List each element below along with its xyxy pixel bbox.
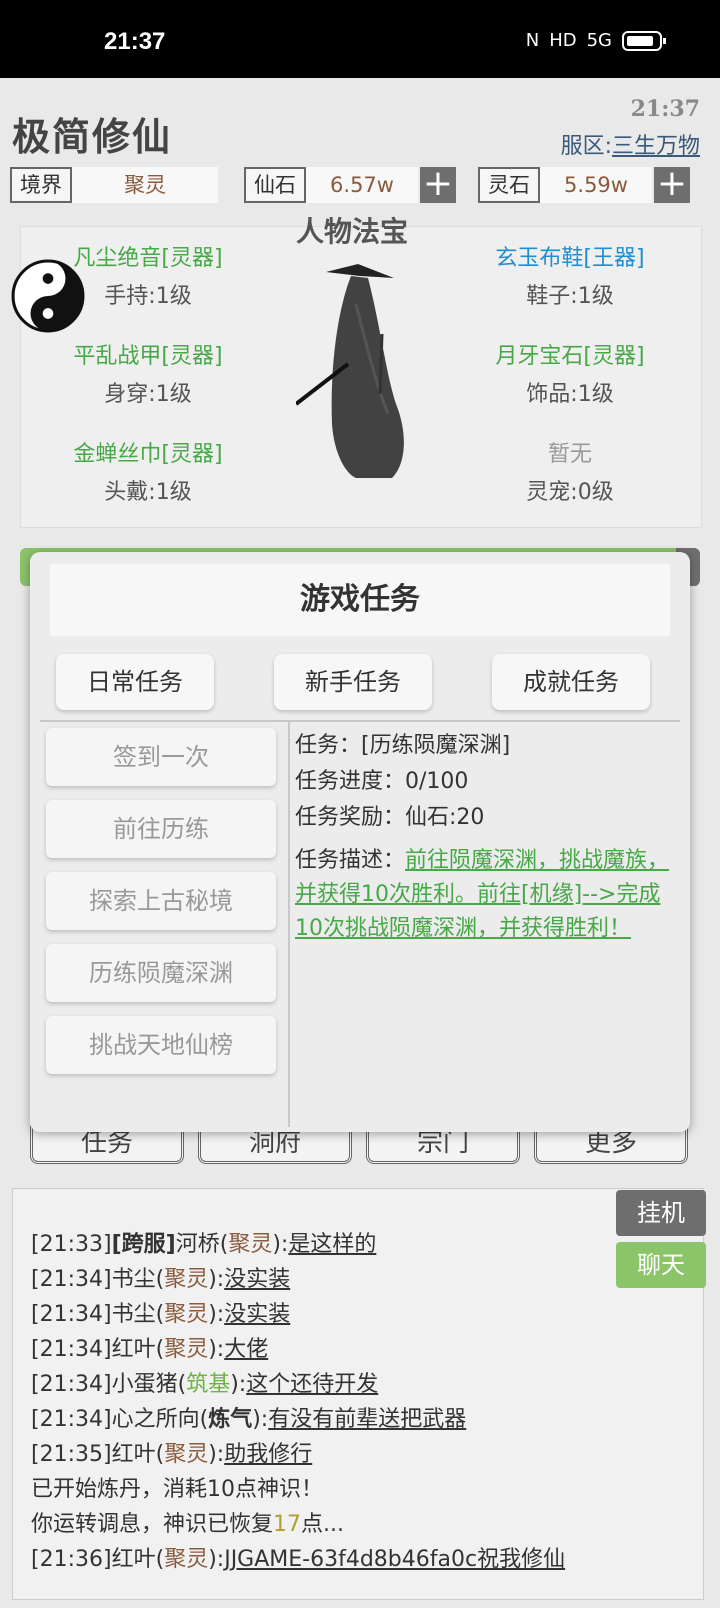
status-icons: N HD 5G	[525, 30, 666, 51]
task-item[interactable]: 探索上古秘境	[46, 872, 276, 930]
signal-icon: 5G	[586, 30, 612, 51]
task-description: 任务描述：前往陨魔深渊，挑战魔族，并获得10次胜利。前往[机缘]-->完成10次…	[295, 844, 675, 946]
task-detail: 任务：[历练陨魔深渊] 任务进度：0/100 任务奖励：仙石:20 任务描述：前…	[295, 728, 675, 946]
character-figure	[296, 264, 404, 478]
task-item[interactable]: 签到一次	[46, 728, 276, 786]
chat-line: [21:33][跨服]河桥(聚灵):是这样的	[31, 1232, 377, 1257]
equip-name: 金蝉丝巾[灵器]	[73, 442, 223, 467]
status-time: 21:37	[104, 28, 166, 55]
realm-box: 境界 聚灵	[10, 167, 218, 203]
chat-line: [21:35]红叶(聚灵):助我修行	[31, 1442, 313, 1467]
desc-label: 任务描述：	[295, 848, 406, 873]
divider	[40, 720, 680, 722]
hd-icon: HD	[549, 30, 577, 51]
chat-line: [21:34]小蛋猪(筑基):这个还待开发	[31, 1372, 379, 1397]
nfc-icon: N	[525, 30, 540, 51]
chat-line: [21:36]红叶(聚灵):JJGAME-63f4d8b46fa0c祝我修仙	[31, 1547, 566, 1572]
equip-slot-pet[interactable]: 暂无 灵宠:0级	[460, 436, 680, 506]
task-item[interactable]: 挑战天地仙榜	[46, 1016, 276, 1074]
chat-line: [21:34]红叶(聚灵):大佬	[31, 1337, 269, 1362]
equip-slot-accessory[interactable]: 月牙宝石[灵器] 饰品:1级	[460, 338, 680, 408]
tab-daily-tasks[interactable]: 日常任务	[56, 654, 214, 710]
chat-panel[interactable]: [21:33][跨服]河桥(聚灵):是这样的 [21:34]书尘(聚灵):没实装…	[12, 1188, 704, 1600]
add-immortal-stone-button[interactable]: +	[420, 166, 456, 203]
task-item[interactable]: 前往历练	[46, 800, 276, 858]
app-title: 极简修仙	[12, 115, 173, 159]
tab-newbie-tasks[interactable]: 新手任务	[274, 654, 432, 710]
server-label: 服区:	[560, 134, 612, 159]
idle-button[interactable]: 挂机	[616, 1190, 706, 1236]
spirit-stone-box: 灵石 5.59w +	[478, 166, 690, 203]
equip-slot-level: 手持:1级	[104, 284, 192, 309]
equip-name: 月牙宝石[灵器]	[495, 344, 645, 369]
system-message: 你运转调息，神识已恢复17点...	[31, 1512, 344, 1537]
task-modal: 游戏任务 日常任务 新手任务 成就任务 签到一次 前往历练 探索上古秘境 历练陨…	[30, 552, 690, 1132]
immortal-stone-box: 仙石 6.57w +	[244, 166, 456, 203]
equip-name: 平乱战甲[灵器]	[73, 344, 223, 369]
tab-achievement-tasks[interactable]: 成就任务	[492, 654, 650, 710]
equipment-title: 人物法宝	[296, 215, 409, 248]
equip-name: 玄玉布鞋[王器]	[495, 246, 645, 271]
equip-slot-shoes[interactable]: 玄玉布鞋[王器] 鞋子:1级	[460, 240, 680, 310]
equip-slot-level: 身穿:1级	[104, 382, 192, 407]
equip-slot-head[interactable]: 金蝉丝巾[灵器] 头戴:1级	[38, 436, 258, 506]
equip-slot-level: 饰品:1级	[526, 382, 614, 407]
task-progress: 任务进度：0/100	[295, 769, 469, 794]
equip-slot-level: 灵宠:0级	[526, 480, 614, 505]
immortal-stone-label: 仙石	[244, 167, 306, 203]
equip-slot-level: 鞋子:1级	[526, 284, 614, 309]
chat-line: [21:34]心之所向(炼气):有没有前辈送把武器	[31, 1407, 467, 1432]
equip-name: 凡尘绝音[灵器]	[73, 246, 223, 271]
equip-slot-weapon[interactable]: 凡尘绝音[灵器] 手持:1级	[38, 240, 258, 310]
chat-button[interactable]: 聊天	[616, 1242, 706, 1288]
chat-line: [21:34]书尘(聚灵):没实装	[31, 1267, 291, 1292]
add-spirit-stone-button[interactable]: +	[654, 166, 690, 203]
spirit-stone-value: 5.59w	[540, 167, 652, 203]
equip-slot-level: 头戴:1级	[104, 480, 192, 505]
status-bar: 21:37 N HD 5G	[0, 0, 720, 78]
task-name: 任务：[历练陨魔深渊]	[295, 733, 511, 758]
spirit-stone-label: 灵石	[478, 167, 540, 203]
system-message: 已开始炼丹，消耗10点神识！	[31, 1477, 323, 1502]
equip-slot-armor[interactable]: 平乱战甲[灵器] 身穿:1级	[38, 338, 258, 408]
chat-log: [21:33][跨服]河桥(聚灵):是这样的 [21:34]书尘(聚灵):没实装…	[31, 1227, 691, 1577]
battery-icon	[622, 30, 666, 51]
divider	[288, 722, 290, 1127]
chat-line: [21:34]书尘(聚灵):没实装	[31, 1302, 291, 1327]
task-item[interactable]: 历练陨魔深渊	[46, 944, 276, 1002]
task-reward: 任务奖励：仙石:20	[295, 805, 485, 830]
realm-value: 聚灵	[72, 167, 218, 203]
server-name[interactable]: 三生万物	[612, 134, 700, 159]
immortal-stone-value: 6.57w	[306, 167, 418, 203]
server-info[interactable]: 服区:三生万物	[561, 128, 700, 160]
realm-label: 境界	[10, 167, 72, 203]
game-clock: 21:37	[630, 96, 700, 122]
modal-title: 游戏任务	[50, 564, 670, 636]
equip-name: 暂无	[547, 442, 592, 467]
